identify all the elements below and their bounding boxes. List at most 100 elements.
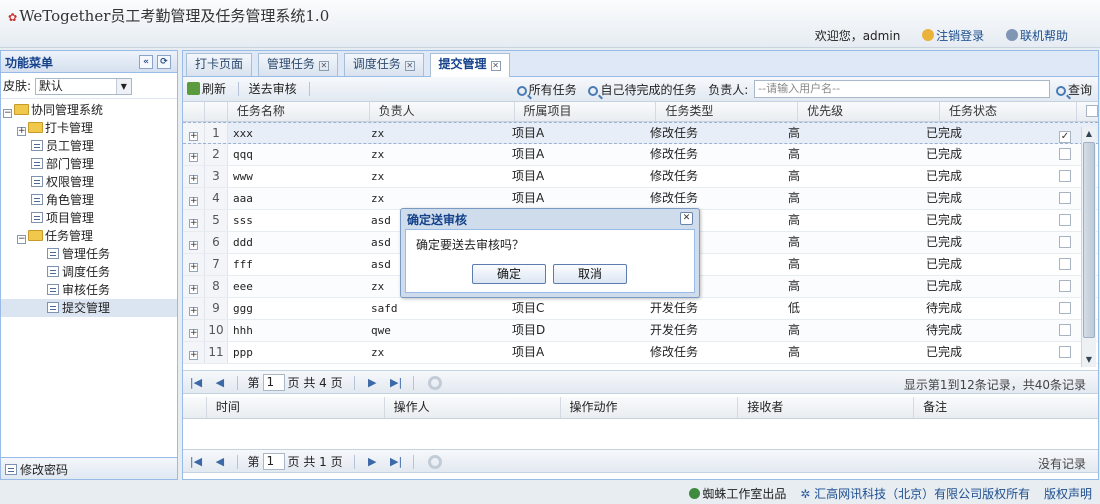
- row-checkbox[interactable]: [1059, 346, 1071, 358]
- help-link[interactable]: 联机帮助: [1005, 29, 1068, 43]
- column-header[interactable]: 任务类型: [660, 102, 799, 121]
- row-checkbox[interactable]: [1059, 170, 1071, 182]
- column-header[interactable]: 任务名称: [232, 102, 370, 121]
- all-tasks-button[interactable]: 所有任务: [516, 81, 577, 98]
- expand-row-icon[interactable]: +: [189, 241, 198, 250]
- folder-icon: [28, 122, 43, 133]
- reload-icon[interactable]: [427, 375, 442, 390]
- tree-node-manage-task[interactable]: 管理任务: [1, 245, 177, 263]
- row-checkbox[interactable]: [1059, 324, 1071, 336]
- first-page-icon[interactable]: |◀: [189, 455, 203, 468]
- last-page-icon[interactable]: ▶|: [389, 455, 403, 468]
- column-header[interactable]: 优先级: [802, 102, 941, 121]
- column-header[interactable]: 所属项目: [518, 102, 657, 121]
- column-header[interactable]: 时间: [211, 397, 385, 418]
- collapse-node-icon[interactable]: −: [3, 109, 12, 118]
- row-checkbox[interactable]: [1059, 148, 1071, 160]
- tree-node-dispatch-task[interactable]: 调度任务: [1, 263, 177, 281]
- tree-node-employee[interactable]: 员工管理: [1, 137, 177, 155]
- page-input[interactable]: 1: [262, 374, 285, 391]
- tree-node-task[interactable]: − 任务管理: [1, 227, 177, 245]
- expand-row-icon[interactable]: +: [189, 285, 198, 294]
- my-pending-button[interactable]: 自己待完成的任务: [588, 81, 696, 98]
- expand-row-icon[interactable]: +: [189, 175, 198, 184]
- close-icon[interactable]: ✕: [318, 61, 329, 71]
- row-checkbox[interactable]: [1059, 236, 1071, 248]
- column-header[interactable]: 备注: [918, 397, 1090, 418]
- expand-node-icon[interactable]: +: [17, 127, 26, 136]
- next-page-icon[interactable]: ▶: [365, 376, 379, 389]
- column-header[interactable]: 负责人: [374, 102, 515, 121]
- tree-node-department[interactable]: 部门管理: [1, 155, 177, 173]
- table-row[interactable]: +11 ppp zx 项目A 修改任务 高 已完成: [183, 342, 1098, 364]
- tree-node-collab[interactable]: − 协同管理系统: [1, 101, 177, 119]
- close-icon[interactable]: ✕: [490, 61, 501, 71]
- tree-node-review-task[interactable]: 审核任务: [1, 281, 177, 299]
- select-all-checkbox[interactable]: [1085, 105, 1098, 117]
- scroll-up-icon[interactable]: ▲: [1083, 128, 1095, 140]
- table-row[interactable]: +4 aaa zx 项目A 修改任务 高 已完成: [183, 188, 1098, 210]
- cell-project: 项目A: [512, 147, 545, 161]
- row-checkbox[interactable]: [1059, 280, 1071, 292]
- dialog-title-bar[interactable]: 确定送审核 ✕: [401, 209, 699, 229]
- expand-row-icon[interactable]: +: [189, 263, 198, 272]
- refresh-sidebar-icon[interactable]: ⟳: [157, 55, 171, 69]
- table-row[interactable]: +2 qqq zx 项目A 修改任务 高 已完成: [183, 144, 1098, 166]
- page-footer: 蜘蛛工作室出品 ✲ 汇高网讯科技（北京）有限公司版权所有 版权声明: [0, 484, 1100, 504]
- tree-node-checkin[interactable]: + 打卡管理: [1, 119, 177, 137]
- tree-node-permission[interactable]: 权限管理: [1, 173, 177, 191]
- row-checkbox[interactable]: [1059, 302, 1071, 314]
- owner-input[interactable]: --请输入用户名--: [754, 80, 1051, 98]
- collapse-node-icon[interactable]: −: [17, 235, 26, 244]
- row-checkbox[interactable]: [1059, 192, 1071, 204]
- expand-row-icon[interactable]: +: [189, 197, 198, 206]
- expand-row-icon[interactable]: +: [189, 132, 198, 141]
- copyright-link[interactable]: 版权声明: [1044, 487, 1092, 501]
- next-page-icon[interactable]: ▶: [365, 455, 379, 468]
- table-row[interactable]: +9 ggg safd 项目C 开发任务 低 待完成: [183, 298, 1098, 320]
- ok-button[interactable]: 确定: [472, 264, 546, 284]
- tab-manage-task[interactable]: 管理任务 ✕: [257, 53, 338, 76]
- row-checkbox[interactable]: ✓: [1059, 131, 1071, 143]
- expand-row-icon[interactable]: +: [189, 351, 198, 360]
- scroll-thumb[interactable]: [1083, 142, 1095, 338]
- submit-review-button[interactable]: 送去审核: [249, 80, 297, 97]
- page-input[interactable]: 1: [262, 453, 285, 470]
- collapse-icon[interactable]: «: [139, 55, 153, 69]
- expand-row-icon[interactable]: +: [189, 329, 198, 338]
- first-page-icon[interactable]: |◀: [189, 376, 203, 389]
- row-checkbox[interactable]: [1059, 214, 1071, 226]
- row-checkbox[interactable]: [1059, 258, 1071, 270]
- expand-row-icon[interactable]: +: [189, 219, 198, 228]
- tree-node-submit[interactable]: 提交管理: [1, 299, 177, 317]
- skin-select[interactable]: 默认 ▼: [34, 78, 132, 95]
- column-header[interactable]: 操作人: [389, 397, 561, 418]
- reload-icon[interactable]: [427, 454, 442, 469]
- tree-node-role[interactable]: 角色管理: [1, 191, 177, 209]
- tree-node-project[interactable]: 项目管理: [1, 209, 177, 227]
- tab-checkin[interactable]: 打卡页面: [186, 53, 253, 76]
- prev-page-icon[interactable]: ◀: [213, 455, 227, 468]
- query-button[interactable]: 查询: [1055, 81, 1092, 98]
- column-header[interactable]: 操作动作: [564, 397, 739, 418]
- last-page-icon[interactable]: ▶|: [389, 376, 403, 389]
- tab-submit[interactable]: 提交管理 ✕: [429, 53, 510, 77]
- logout-link[interactable]: 注销登录: [922, 29, 984, 43]
- table-row[interactable]: +1 xxx zx 项目A 修改任务 高 已完成 ✓: [183, 122, 1098, 144]
- scroll-down-icon[interactable]: ▼: [1083, 354, 1095, 366]
- expand-row-icon[interactable]: +: [189, 153, 198, 162]
- prev-page-icon[interactable]: ◀: [213, 376, 227, 389]
- column-header[interactable]: 接收者: [742, 397, 915, 418]
- refresh-button[interactable]: 刷新: [187, 80, 226, 97]
- cancel-button[interactable]: 取消: [553, 264, 627, 284]
- expand-row-icon[interactable]: +: [189, 307, 198, 316]
- close-icon[interactable]: ✕: [404, 61, 415, 71]
- close-icon[interactable]: ✕: [680, 212, 693, 225]
- column-header[interactable]: 任务状态: [944, 102, 1077, 121]
- tab-dispatch-task[interactable]: 调度任务 ✕: [343, 53, 424, 76]
- table-row[interactable]: +3 www zx 项目A 修改任务 高 已完成: [183, 166, 1098, 188]
- grid-scrollbar[interactable]: ▲ ▼: [1081, 127, 1096, 367]
- table-row[interactable]: +10 hhh qwe 项目D 开发任务 高 待完成: [183, 320, 1098, 342]
- cell-status: 待完成: [926, 301, 963, 315]
- change-password-link[interactable]: 修改密码: [1, 457, 177, 479]
